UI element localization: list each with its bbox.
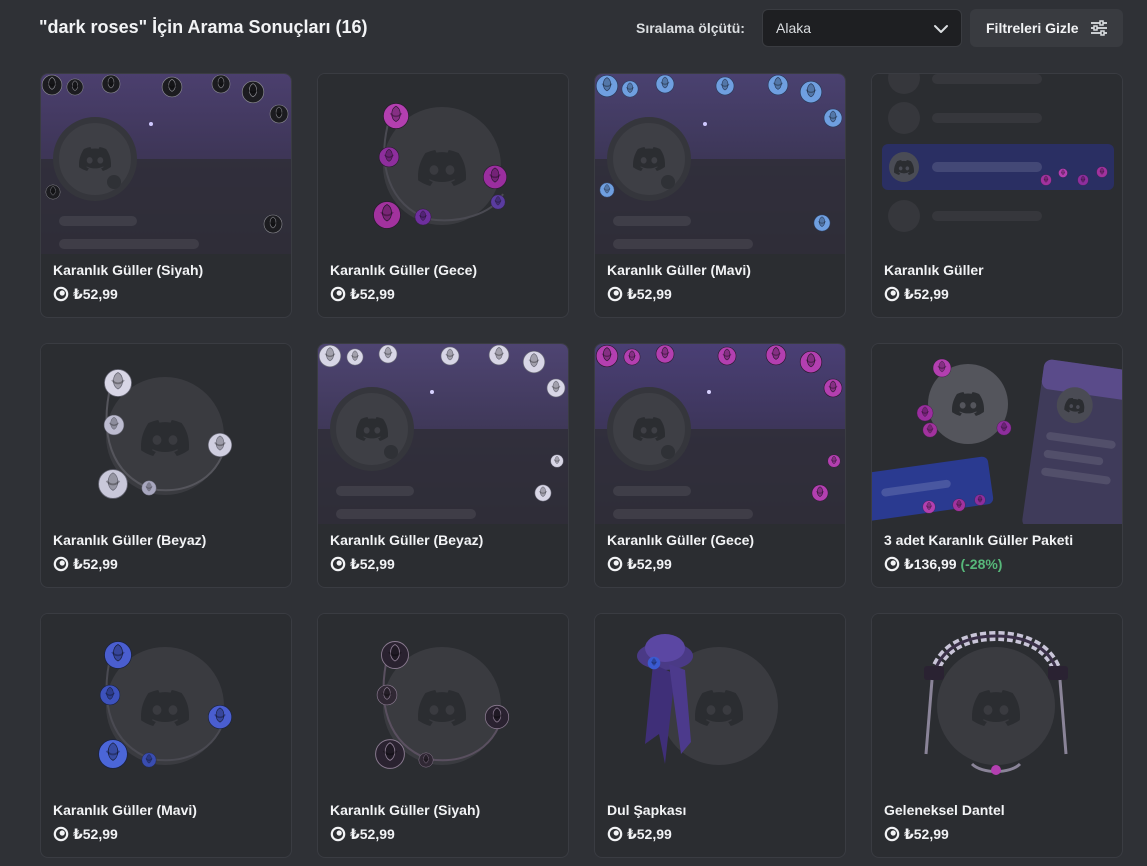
item-preview bbox=[318, 344, 568, 524]
price-value: ₺52,99 bbox=[350, 286, 395, 302]
avatar-decoration-preview bbox=[318, 74, 568, 254]
item-preview bbox=[872, 74, 1122, 254]
shop-item-card[interactable]: Karanlık Güller (Siyah) ₺52,99 bbox=[40, 73, 292, 318]
item-name: Karanlık Güller (Siyah) bbox=[53, 262, 204, 278]
item-preview bbox=[318, 74, 568, 254]
item-price: ₺52,99 bbox=[53, 826, 118, 843]
shop-item-card[interactable]: Karanlık Güller (Mavi) ₺52,99 bbox=[594, 73, 846, 318]
toolbar: "dark roses" İçin Arama Sonuçları (16) S… bbox=[0, 0, 1147, 60]
profile-effect-preview bbox=[318, 344, 568, 524]
orb-icon bbox=[607, 556, 623, 572]
avatar-decoration-preview bbox=[595, 614, 845, 794]
avatar-decoration-preview bbox=[41, 614, 291, 794]
item-name: Karanlık Güller (Siyah) bbox=[330, 802, 481, 818]
orb-icon bbox=[607, 826, 623, 842]
item-preview bbox=[872, 344, 1122, 524]
hide-filters-button[interactable]: Filtreleri Gizle bbox=[970, 9, 1123, 47]
item-price: ₺52,99 bbox=[330, 556, 395, 573]
item-name: Dul Şapkası bbox=[607, 802, 687, 818]
item-name: Geleneksel Dantel bbox=[884, 802, 1005, 818]
sort-dropdown[interactable]: Alaka bbox=[762, 9, 962, 47]
item-name: 3 adet Karanlık Güller Paketi bbox=[884, 532, 1074, 548]
item-preview bbox=[595, 74, 845, 254]
hide-filters-label: Filtreleri Gizle bbox=[986, 20, 1079, 36]
item-price: ₺52,99 bbox=[607, 826, 672, 843]
item-price: ₺52,99 bbox=[53, 286, 118, 303]
shop-item-card[interactable]: Karanlık Güller (Gece) ₺52,99 bbox=[594, 343, 846, 588]
item-preview bbox=[872, 614, 1122, 794]
orb-icon bbox=[607, 286, 623, 302]
item-price: ₺52,99 bbox=[330, 826, 395, 843]
chevron-down-icon bbox=[934, 25, 948, 33]
item-preview bbox=[41, 344, 291, 524]
item-preview bbox=[595, 614, 845, 794]
orb-icon bbox=[53, 286, 69, 302]
price-value: ₺52,99 bbox=[350, 556, 395, 572]
price-value: ₺52,99 bbox=[73, 286, 118, 302]
price-value: ₺52,99 bbox=[627, 286, 672, 302]
shop-item-card[interactable]: Karanlık Güller (Beyaz) ₺52,99 bbox=[317, 343, 569, 588]
orb-icon bbox=[330, 286, 346, 302]
item-name: Karanlık Güller (Gece) bbox=[607, 532, 755, 548]
item-preview bbox=[318, 614, 568, 794]
price-value: ₺52,99 bbox=[350, 826, 395, 842]
item-preview bbox=[595, 344, 845, 524]
nameplate-preview bbox=[872, 74, 1122, 254]
profile-effect-preview bbox=[595, 344, 845, 524]
item-price: ₺52,99 bbox=[53, 556, 118, 573]
sort-value: Alaka bbox=[776, 20, 812, 36]
item-name: Karanlık Güller (Beyaz) bbox=[53, 532, 207, 548]
profile-effect-preview bbox=[595, 74, 845, 254]
orb-icon bbox=[53, 826, 69, 842]
item-price: ₺136,99 (-28%) bbox=[884, 556, 1002, 573]
price-value: ₺52,99 bbox=[73, 826, 118, 842]
shop-item-card[interactable]: Dul Şapkası ₺52,99 bbox=[594, 613, 846, 858]
shop-item-card[interactable]: Karanlık Güller ₺52,99 bbox=[871, 73, 1123, 318]
shop-item-card[interactable]: Karanlık Güller (Gece) ₺52,99 bbox=[317, 73, 569, 318]
price-value: ₺52,99 bbox=[73, 556, 118, 572]
orb-icon bbox=[884, 556, 900, 572]
sort-label: Sıralama ölçütü: bbox=[636, 20, 745, 36]
item-name: Karanlık Güller (Beyaz) bbox=[330, 532, 484, 548]
item-preview bbox=[41, 614, 291, 794]
item-price: ₺52,99 bbox=[607, 556, 672, 573]
shop-item-card[interactable]: Karanlık Güller (Siyah) ₺52,99 bbox=[317, 613, 569, 858]
profile-effect-preview bbox=[41, 74, 291, 254]
orb-icon bbox=[330, 556, 346, 572]
shop-item-card[interactable]: Geleneksel Dantel ₺52,99 bbox=[871, 613, 1123, 858]
price-value: ₺52,99 bbox=[904, 826, 949, 842]
orb-icon bbox=[330, 826, 346, 842]
page-title: "dark roses" İçin Arama Sonuçları (16) bbox=[39, 17, 368, 37]
item-price: ₺52,99 bbox=[607, 286, 672, 303]
orb-icon bbox=[884, 286, 900, 302]
item-price: ₺52,99 bbox=[884, 826, 949, 843]
shop-item-card[interactable]: Karanlık Güller (Mavi) ₺52,99 bbox=[40, 613, 292, 858]
price-value: ₺52,99 bbox=[904, 286, 949, 302]
avatar-decoration-preview bbox=[41, 344, 291, 524]
price-value: ₺52,99 bbox=[627, 826, 672, 842]
item-name: Karanlık Güller bbox=[884, 262, 984, 278]
discount-badge: (-28%) bbox=[960, 556, 1003, 572]
item-price: ₺52,99 bbox=[884, 286, 949, 303]
avatar-decoration-preview bbox=[318, 614, 568, 794]
orb-icon bbox=[884, 826, 900, 842]
sliders-icon bbox=[1091, 20, 1107, 36]
orb-icon bbox=[53, 556, 69, 572]
item-price: ₺52,99 bbox=[330, 286, 395, 303]
shop-item-card[interactable]: Karanlık Güller (Beyaz) ₺52,99 bbox=[40, 343, 292, 588]
bundle-preview bbox=[872, 344, 1122, 524]
shop-item-card[interactable]: 3 adet Karanlık Güller Paketi ₺136,99 (-… bbox=[871, 343, 1123, 588]
price-value: ₺136,99 bbox=[904, 556, 957, 572]
avatar-decoration-preview bbox=[872, 614, 1122, 794]
item-name: Karanlık Güller (Mavi) bbox=[607, 262, 751, 278]
price-value: ₺52,99 bbox=[627, 556, 672, 572]
item-name: Karanlık Güller (Gece) bbox=[330, 262, 478, 278]
item-preview bbox=[41, 74, 291, 254]
item-name: Karanlık Güller (Mavi) bbox=[53, 802, 197, 818]
